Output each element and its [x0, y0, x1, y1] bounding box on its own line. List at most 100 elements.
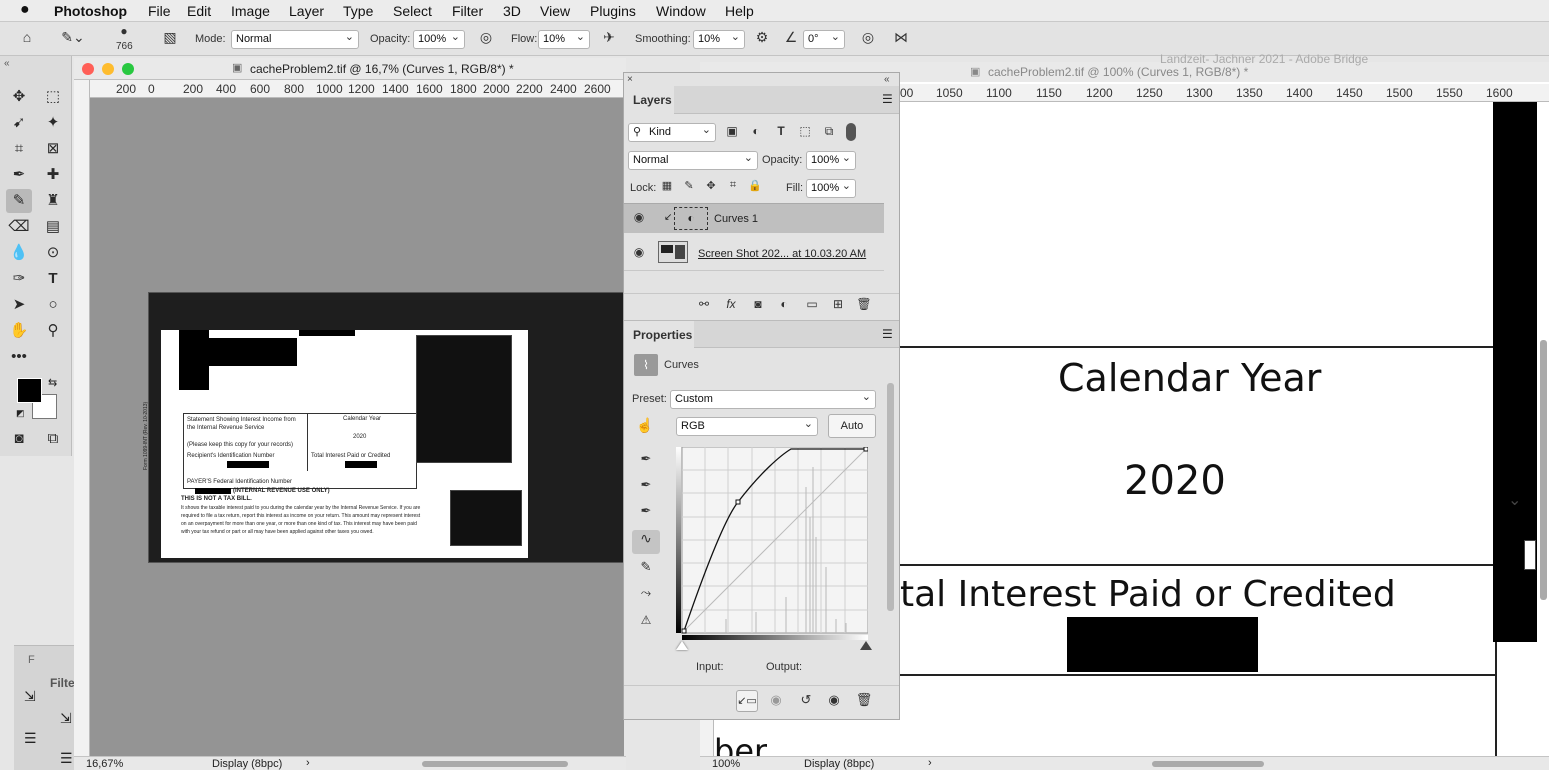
marquee-tool-icon[interactable]: ⬚: [40, 85, 66, 109]
side-panel-export-icon-2[interactable]: ⇲: [60, 710, 72, 727]
screenshot-layer-thumb[interactable]: [658, 241, 688, 263]
properties-panel-menu-icon[interactable]: ☰: [882, 327, 893, 341]
add-mask-icon[interactable]: ◙: [750, 297, 766, 311]
screen-mode-icon[interactable]: ⧉: [40, 427, 66, 451]
set-black-point-icon[interactable]: ✒: [636, 451, 656, 467]
blur-tool-icon[interactable]: 💧: [6, 241, 32, 265]
pressure-opacity-icon[interactable]: ◎: [476, 29, 496, 46]
left-status-arrow-icon[interactable]: ›: [306, 757, 310, 769]
black-point-slider[interactable]: [676, 641, 688, 650]
menu-window[interactable]: Window: [656, 3, 706, 19]
eraser-tool-icon[interactable]: ⌫: [6, 215, 32, 239]
left-status-info[interactable]: Display (8bpc): [212, 758, 282, 770]
app-name[interactable]: Photoshop: [54, 3, 127, 19]
flow-select[interactable]: 10%: [538, 30, 590, 49]
panel-close-icon[interactable]: ×: [627, 74, 633, 85]
new-layer-icon[interactable]: ⊞: [830, 297, 846, 311]
right-status-arrow-icon[interactable]: ›: [928, 757, 932, 769]
healing-tool-icon[interactable]: ✚: [40, 163, 66, 187]
pressure-size-icon[interactable]: ◎: [858, 29, 878, 46]
side-panel-f-tab[interactable]: F: [28, 654, 35, 666]
white-point-slider[interactable]: [860, 641, 872, 650]
chevron-down-icon[interactable]: ⌄: [1508, 490, 1521, 510]
properties-scrollbar[interactable]: [887, 383, 894, 611]
filter-shape-icon[interactable]: ⬚: [797, 124, 813, 138]
menu-select[interactable]: Select: [393, 3, 432, 19]
left-horizontal-scrollbar[interactable]: [422, 761, 568, 767]
filter-adjustment-icon[interactable]: ◐: [748, 124, 764, 138]
default-colors-icon[interactable]: ◩: [16, 408, 25, 419]
zoom-tool-icon[interactable]: ⚲: [40, 319, 66, 343]
new-group-icon[interactable]: ▭: [804, 297, 820, 311]
pen-tool-icon[interactable]: ✑: [6, 267, 32, 291]
zoom-window-button[interactable]: [122, 63, 134, 75]
menu-type[interactable]: Type: [343, 3, 373, 19]
toolbox-collapse-icon[interactable]: «: [4, 58, 10, 69]
preset-select[interactable]: Custom: [670, 390, 876, 409]
filter-pixel-icon[interactable]: ▣: [724, 124, 740, 138]
layer-row-screenshot[interactable]: ◉ Screen Shot 202... at 10.03.20 AM: [624, 235, 884, 271]
lock-pixels-icon[interactable]: ✎: [682, 179, 696, 192]
minimize-window-button[interactable]: [102, 63, 114, 75]
side-panel-list-icon-2[interactable]: ☰: [60, 750, 73, 767]
brush-tool-icon[interactable]: ✎: [6, 189, 32, 213]
channel-select[interactable]: RGB: [676, 417, 818, 436]
airbrush-icon[interactable]: ✈: [599, 29, 619, 46]
smooth-curve-icon[interactable]: ⤳: [636, 585, 656, 601]
menu-file[interactable]: File: [148, 3, 171, 19]
stamp-tool-icon[interactable]: ♜: [40, 189, 66, 213]
menu-filter[interactable]: Filter: [452, 3, 483, 19]
lock-transparency-icon[interactable]: ▦: [660, 179, 674, 192]
filter-smart-object-icon[interactable]: ⧉: [821, 124, 837, 139]
brush-settings-icon[interactable]: ▧: [160, 29, 180, 46]
menu-image[interactable]: Image: [231, 3, 270, 19]
brush-preset-icon[interactable]: ✎⌄: [58, 29, 88, 46]
layer-opacity-select[interactable]: 100%: [806, 151, 856, 170]
home-icon[interactable]: ⌂: [16, 29, 38, 45]
right-horizontal-scrollbar[interactable]: [1152, 761, 1264, 767]
set-gray-point-icon[interactable]: ✒: [636, 477, 656, 493]
left-document-titlebar[interactable]: ▣ cacheProblem2.tif @ 16,7% (Curves 1, R…: [74, 58, 626, 80]
fill-select[interactable]: 100%: [806, 179, 856, 198]
clipping-warning-icon[interactable]: ⚠: [634, 613, 658, 627]
view-previous-state-icon[interactable]: ◉: [766, 692, 786, 708]
magic-wand-tool-icon[interactable]: ✦: [40, 111, 66, 135]
side-panel-filter-tab[interactable]: Filte: [50, 676, 75, 690]
quick-mask-icon[interactable]: ◙: [6, 427, 32, 451]
curve-point-tool-icon[interactable]: ∿: [632, 530, 660, 554]
right-vertical-scrollbar[interactable]: [1540, 340, 1547, 600]
right-status-info[interactable]: Display (8bpc): [804, 758, 874, 770]
apple-icon[interactable]: ●: [20, 1, 30, 19]
lasso-tool-icon[interactable]: ➹: [6, 111, 32, 135]
angle-input[interactable]: 0°: [803, 30, 845, 49]
menu-3d[interactable]: 3D: [503, 3, 521, 19]
menu-plugins[interactable]: Plugins: [590, 3, 636, 19]
panel-collapse-icon[interactable]: «: [884, 74, 890, 85]
menu-edit[interactable]: Edit: [187, 3, 211, 19]
curves-graph[interactable]: [676, 447, 868, 641]
frame-tool-icon[interactable]: ⊠: [40, 137, 66, 161]
more-tools-icon[interactable]: •••: [6, 345, 32, 369]
close-window-button[interactable]: [82, 63, 94, 75]
gradient-tool-icon[interactable]: ▤: [40, 215, 66, 239]
eyedropper-tool-icon[interactable]: ✒: [6, 163, 32, 187]
layer-name[interactable]: Screen Shot 202... at 10.03.20 AM: [698, 248, 866, 260]
move-tool-icon[interactable]: ✥: [6, 85, 32, 109]
layer-visibility-eye-icon[interactable]: ◉: [632, 245, 646, 259]
menu-layer[interactable]: Layer: [289, 3, 324, 19]
curves-adjustment-thumb[interactable]: ◐: [674, 207, 708, 230]
clip-to-layer-icon[interactable]: ↙▭: [736, 690, 758, 712]
auto-button[interactable]: Auto: [828, 414, 876, 438]
menu-help[interactable]: Help: [725, 3, 754, 19]
lock-position-icon[interactable]: ✥: [704, 179, 718, 192]
side-panel-export-icon[interactable]: ⇲: [24, 688, 36, 705]
layer-filter-kind-select[interactable]: Kind: [628, 123, 716, 142]
opacity-select[interactable]: 100%: [413, 30, 465, 49]
crop-tool-icon[interactable]: ⌗: [6, 137, 32, 161]
path-selection-tool-icon[interactable]: ➤: [6, 293, 32, 317]
gear-icon[interactable]: ⚙: [752, 29, 772, 46]
delete-adjustment-icon[interactable]: 🗑: [854, 692, 874, 708]
brush-size-preview-icon[interactable]: ●: [114, 24, 134, 38]
link-layers-icon[interactable]: ⚯: [696, 297, 712, 311]
side-panel-list-icon[interactable]: ☰: [24, 730, 37, 747]
